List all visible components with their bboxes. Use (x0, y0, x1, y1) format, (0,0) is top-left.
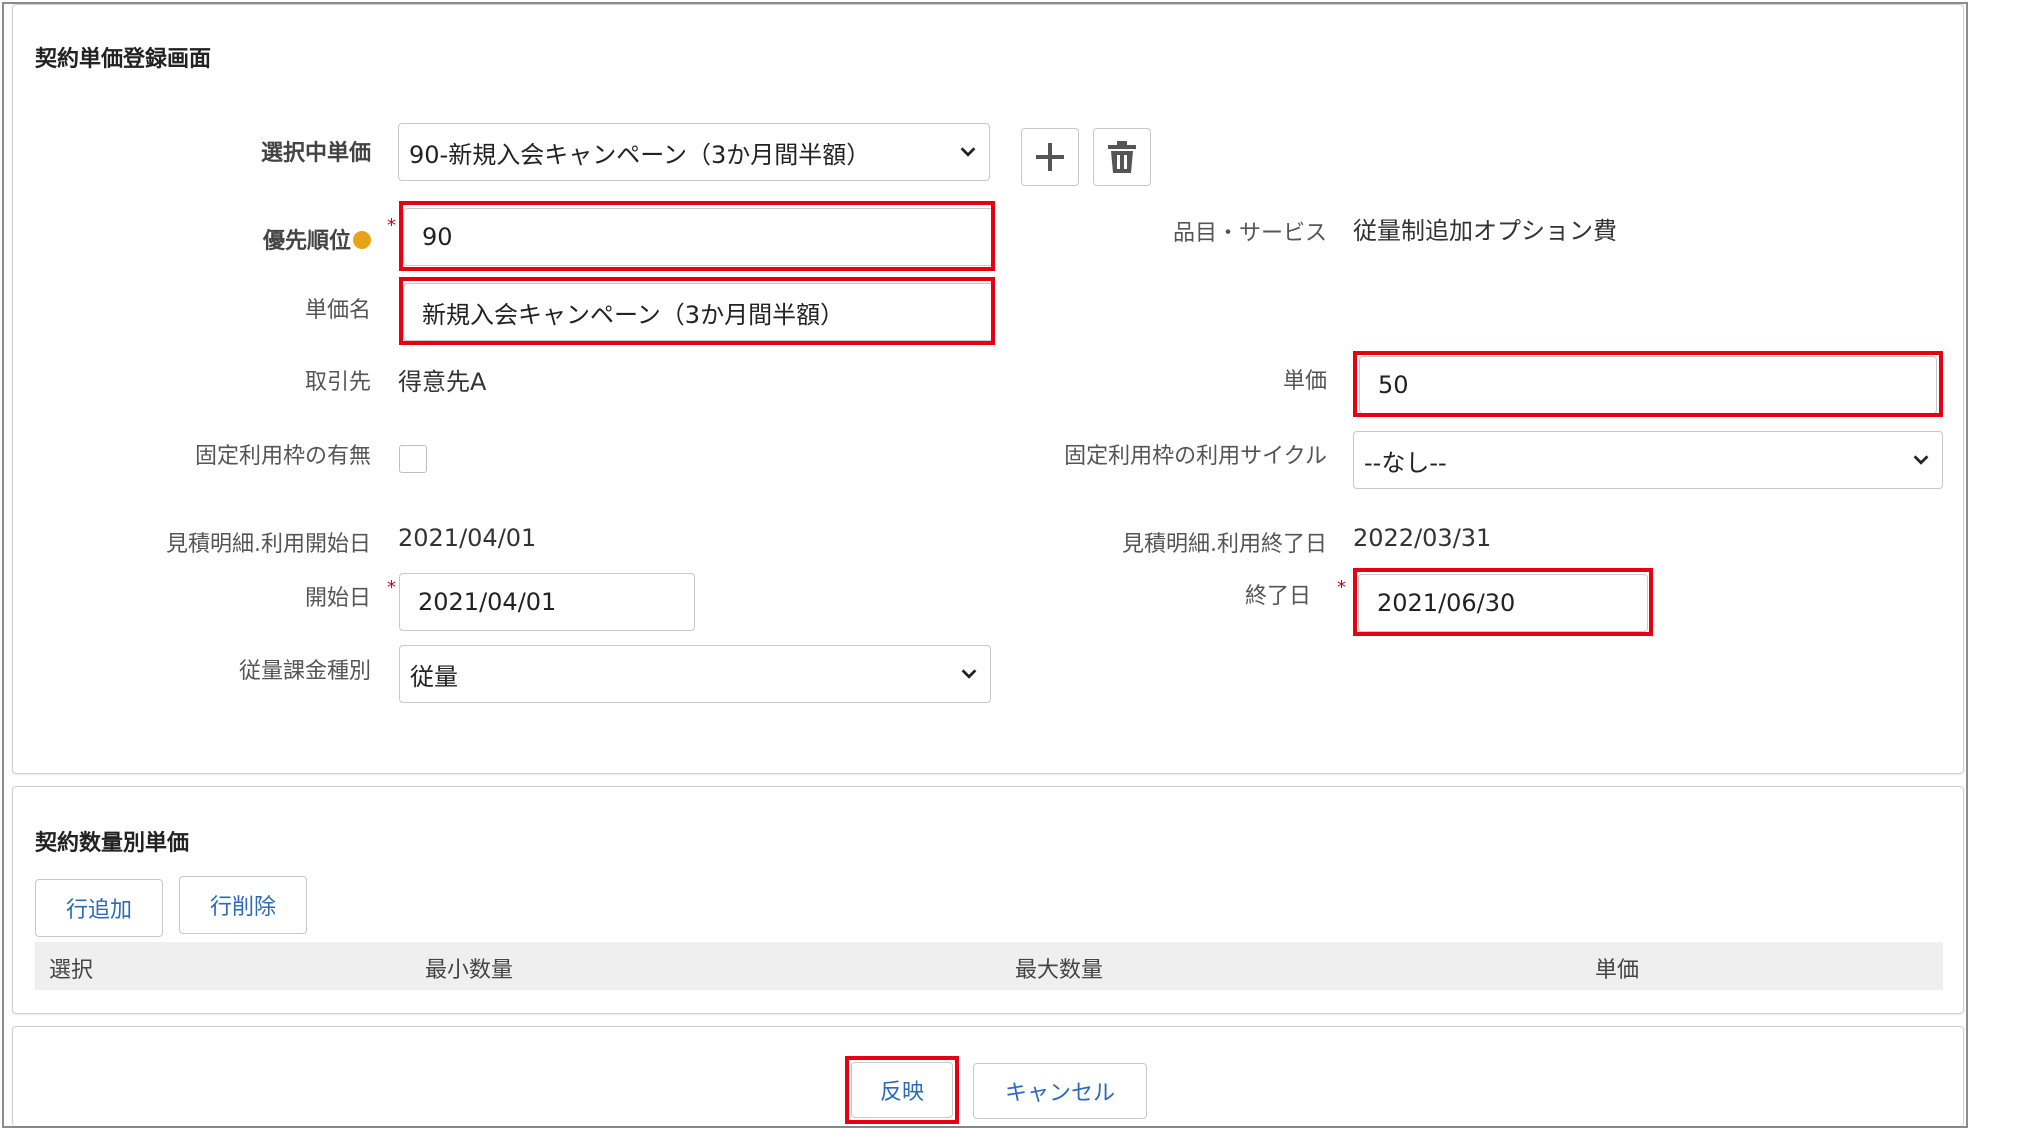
selected-price-label: 選択中単価 (260, 141, 371, 166)
start-date-required-mark: * (387, 577, 396, 598)
price-name-label: 単価名 (304, 298, 371, 323)
billing-type-label: 従量課金種別 (238, 659, 371, 684)
priority-label-text: 優先順位 (262, 229, 351, 254)
end-date-input[interactable]: 2021/06/30 (1358, 574, 1648, 632)
delete-price-button[interactable] (1093, 128, 1151, 186)
apply-button[interactable]: 反映 (851, 1062, 953, 1118)
customer-value: 得意先A (398, 368, 487, 396)
chevron-down-icon (960, 147, 976, 157)
start-date-label: 開始日 (304, 586, 371, 611)
start-date-input[interactable]: 2021/04/01 (399, 573, 695, 631)
product-value: 従量制追加オプション費 (1353, 217, 1617, 245)
plus-icon (1036, 143, 1064, 171)
quantity-table-header: 選択 最小数量 最大数量 単価 (35, 942, 1943, 990)
priority-label: 優先順位 (263, 223, 371, 255)
end-date-label: 終了日 (1244, 584, 1311, 609)
product-label: 品目・サービス (1172, 221, 1327, 246)
cancel-button[interactable]: キャンセル (973, 1063, 1147, 1119)
window-frame: 契約単価登録画面 選択中単価 90-新規入会キャンペーン（3か月間半額） 優先順… (2, 2, 1968, 1128)
selected-price-select[interactable]: 90-新規入会キャンペーン（3か月間半額） (398, 123, 990, 181)
estimate-end-label: 見積明細.利用終了日 (1122, 532, 1327, 557)
chevron-down-icon (1913, 455, 1929, 465)
cycle-value: --なし-- (1364, 448, 1447, 477)
quantity-panel: 契約数量別単価 行追加 行削除 選択 最小数量 最大数量 単価 (12, 786, 1964, 1014)
footer-panel: 反映 キャンセル (12, 1026, 1964, 1126)
delete-row-button[interactable]: 行削除 (179, 876, 307, 934)
column-max-quantity: 最大数量 (1015, 958, 1104, 983)
priority-required-mark: * (387, 215, 396, 236)
trash-icon (1108, 141, 1136, 173)
cycle-label: 固定利用枠の利用サイクル (1064, 444, 1327, 469)
unit-price-label: 単価 (1282, 369, 1327, 394)
quantity-title: 契約数量別単価 (35, 831, 190, 856)
billing-type-select[interactable]: 従量 (399, 645, 991, 703)
column-select: 選択 (49, 958, 94, 983)
fixed-usage-label: 固定利用枠の有無 (194, 444, 371, 469)
customer-label: 取引先 (304, 370, 371, 395)
column-unit-price: 単価 (1595, 958, 1640, 983)
fixed-usage-checkbox[interactable] (399, 445, 427, 473)
end-date-required-mark: * (1337, 577, 1346, 598)
add-price-button[interactable] (1021, 128, 1079, 186)
cycle-select[interactable]: --なし-- (1353, 431, 1943, 489)
estimate-start-label: 見積明細.利用開始日 (166, 532, 371, 557)
unit-price-input[interactable]: 50 (1359, 356, 1937, 414)
priority-input[interactable]: 90 (403, 208, 993, 266)
add-row-button[interactable]: 行追加 (35, 879, 163, 937)
price-name-input[interactable]: 新規入会キャンペーン（3か月間半額） (403, 283, 993, 341)
estimate-start-value: 2021/04/01 (398, 524, 537, 552)
billing-type-value: 従量 (410, 662, 458, 691)
help-icon[interactable] (353, 231, 371, 249)
estimate-end-value: 2022/03/31 (1353, 524, 1492, 552)
page-title: 契約単価登録画面 (35, 47, 212, 72)
chevron-down-icon (961, 669, 977, 679)
column-min-quantity: 最小数量 (425, 958, 514, 983)
selected-price-value: 90-新規入会キャンペーン（3か月間半額） (409, 140, 871, 169)
form-panel: 契約単価登録画面 選択中単価 90-新規入会キャンペーン（3か月間半額） 優先順… (12, 4, 1964, 774)
